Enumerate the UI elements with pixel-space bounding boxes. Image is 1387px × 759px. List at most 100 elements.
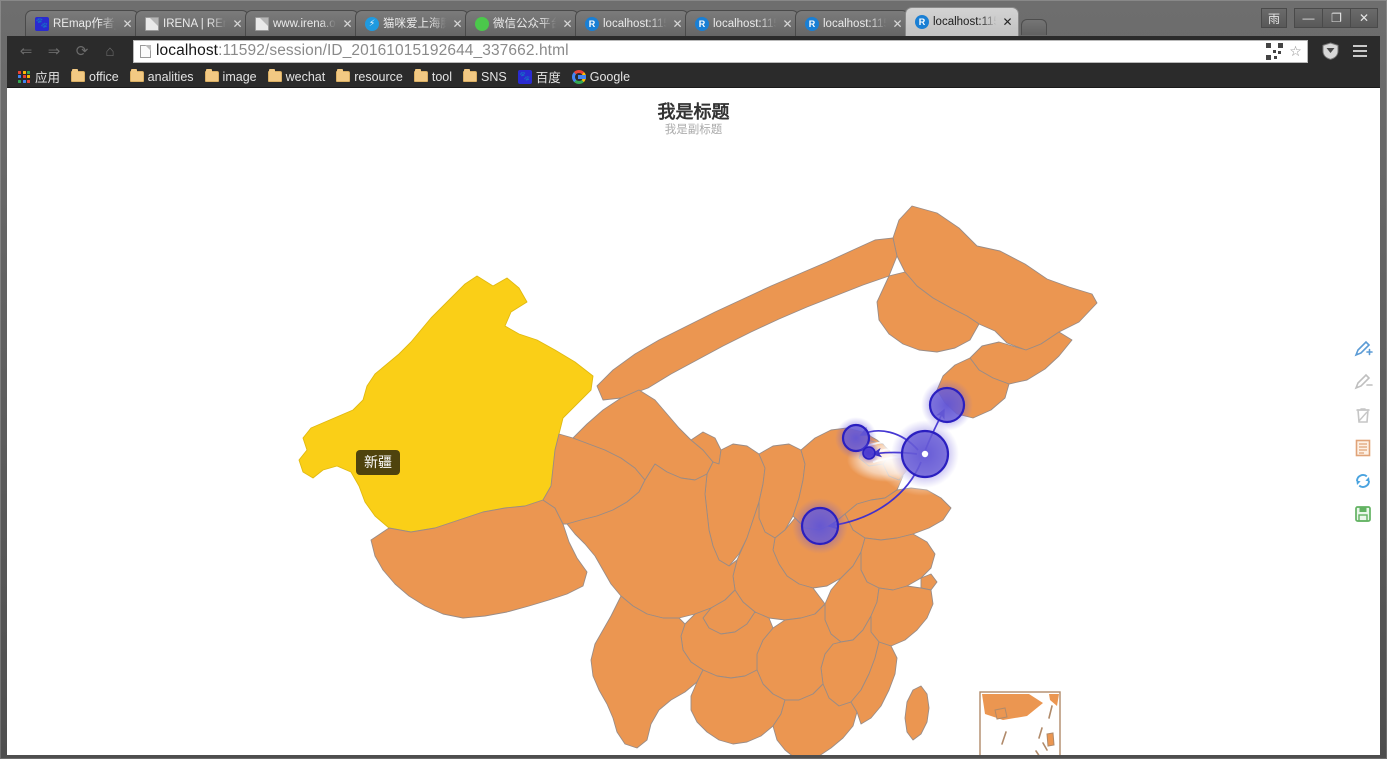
wechat-icon — [475, 16, 489, 31]
pencil-add-icon[interactable] — [1353, 338, 1374, 359]
tab-close-button[interactable]: ✕ — [231, 17, 244, 31]
close-button[interactable]: ✕ — [1350, 8, 1378, 28]
region-taiwan[interactable] — [904, 685, 930, 741]
address-bar-url: localhost:11592/session/ID_2016101519264… — [156, 42, 1266, 60]
bookmark-image[interactable]: image — [201, 68, 264, 86]
folder-icon — [71, 69, 86, 82]
marker-dest-south-west[interactable] — [800, 506, 840, 546]
apps-grid-icon — [17, 70, 31, 84]
shield-glyph — [1322, 42, 1338, 60]
folder-icon — [336, 69, 351, 82]
save-floppy-glyph — [1355, 505, 1371, 522]
region-shanghai[interactable] — [920, 573, 938, 591]
browser-tab[interactable]: ⚡ 猫咪爱上海豚 ✕ — [355, 10, 469, 36]
pencil-add-glyph — [1354, 340, 1373, 356]
south-china-sea-inset — [979, 691, 1061, 755]
bookmark-tool[interactable]: tool — [410, 68, 459, 86]
bookmark-label: 百度 — [535, 71, 561, 85]
r-blue-icon: R — [805, 16, 819, 31]
marker-origin-hub-core — [921, 450, 929, 458]
bookmark-label: 应用 — [35, 71, 61, 85]
document-glyph — [1355, 439, 1371, 456]
bookmark-label: office — [89, 69, 119, 84]
browser-window: 🐾 REmap作者_ ✕ IRENA | REm ✕ www.irena.o ✕… — [0, 0, 1387, 759]
browser-menu-button[interactable] — [1346, 39, 1374, 63]
bookmark-baidu[interactable]: 🐾 百度 — [514, 65, 568, 88]
browser-tab-active[interactable]: R localhost:115 ✕ — [905, 7, 1019, 36]
marker-dest-north-east[interactable] — [928, 386, 966, 424]
document-icon — [145, 16, 159, 31]
tab-title: www.irena.o — [273, 17, 336, 30]
bookmark-analities[interactable]: analities — [126, 68, 201, 86]
tab-close-button[interactable]: ✕ — [671, 17, 684, 31]
browser-toolbar: ⇐ ⇒ ⟳ ⌂ localhost:11592/session/ID_20161… — [7, 36, 1380, 66]
new-tab-button[interactable] — [1021, 19, 1047, 35]
browser-tab[interactable]: R localhost:115 ✕ — [795, 10, 909, 36]
refresh-icon[interactable] — [1353, 470, 1374, 491]
ime-indicator-icon[interactable]: 雨 — [1261, 8, 1287, 28]
tab-close-button[interactable]: ✕ — [891, 17, 904, 31]
r-blue-icon: R — [585, 16, 599, 31]
bookmarks-bar: 应用 office analities image wechat resourc… — [7, 66, 1380, 88]
bookmark-star-icon[interactable]: ☆ — [1286, 43, 1305, 60]
document-icon[interactable] — [1353, 437, 1374, 458]
region-yunnan[interactable] — [590, 595, 704, 749]
folder-icon — [204, 69, 219, 82]
folder-icon — [463, 69, 477, 82]
reload-button[interactable]: ⟳ — [69, 39, 95, 63]
bookmark-google[interactable]: Google — [568, 68, 637, 86]
refresh-glyph — [1356, 473, 1370, 488]
maximize-button[interactable]: ❐ — [1322, 8, 1350, 28]
browser-tab[interactable]: R localhost:115 ✕ — [575, 10, 689, 36]
region-zhejiang[interactable] — [870, 585, 934, 647]
bookmark-label: resource — [354, 69, 403, 84]
maoyan-icon: ⚡ — [365, 16, 379, 31]
address-bar[interactable]: localhost:11592/session/ID_2016101519264… — [133, 39, 1308, 63]
tab-close-button[interactable]: ✕ — [451, 17, 464, 31]
map-tooltip: 新疆 — [356, 450, 400, 475]
minimize-button[interactable]: — — [1294, 8, 1322, 28]
save-icon[interactable] — [1353, 503, 1374, 524]
marker-dest-mid-small[interactable] — [862, 446, 876, 460]
document-icon — [255, 16, 269, 31]
folder-icon — [129, 69, 144, 82]
bookmark-wechat[interactable]: wechat — [264, 68, 333, 86]
china-map-chart[interactable] — [7, 88, 1380, 755]
pencil-remove-icon — [1353, 371, 1374, 392]
r-blue-icon: R — [695, 16, 709, 31]
browser-tab[interactable]: IRENA | REm ✕ — [135, 10, 249, 36]
extension-shield-icon[interactable] — [1316, 39, 1344, 63]
page-viewport: 我是标题 我是副标题 新疆 — [7, 88, 1380, 755]
tab-title: localhost:115 — [713, 17, 777, 30]
tab-close-button[interactable]: ✕ — [121, 17, 134, 31]
tab-title: 微信公众平台 — [493, 17, 557, 30]
tab-close-button[interactable]: ✕ — [341, 17, 354, 31]
tab-close-button[interactable]: ✕ — [561, 17, 574, 31]
browser-tab[interactable]: R localhost:115 ✕ — [685, 10, 799, 36]
pencil-remove-glyph — [1354, 373, 1373, 389]
google-icon — [571, 69, 586, 84]
hamburger-glyph — [1353, 45, 1367, 57]
bookmark-label: analities — [147, 69, 194, 84]
bookmark-label: tool — [431, 69, 452, 84]
forward-button[interactable]: ⇒ — [41, 39, 67, 63]
qr-code-icon[interactable] — [1266, 42, 1283, 60]
map-regions[interactable] — [298, 205, 1098, 755]
url-host: localhost — [156, 42, 219, 59]
home-button[interactable]: ⌂ — [97, 39, 123, 63]
tab-close-button[interactable]: ✕ — [781, 17, 794, 31]
folder-icon — [413, 69, 428, 82]
window-controls: 雨 — ❐ ✕ — [1261, 8, 1378, 28]
bookmark-apps[interactable]: 应用 — [13, 65, 67, 88]
folder-icon — [267, 69, 282, 82]
back-button[interactable]: ⇐ — [13, 39, 39, 63]
browser-tab[interactable]: www.irena.o ✕ — [245, 10, 359, 36]
browser-tab[interactable]: 🐾 REmap作者_ ✕ — [25, 10, 139, 36]
browser-tab[interactable]: 微信公众平台 ✕ — [465, 10, 579, 36]
bookmark-sns[interactable]: SNS — [459, 68, 514, 86]
tab-close-button[interactable]: ✕ — [1001, 15, 1014, 29]
bookmark-label: image — [222, 69, 257, 84]
bookmark-office[interactable]: office — [67, 68, 126, 86]
bookmark-resource[interactable]: resource — [332, 68, 410, 86]
tab-strip: 🐾 REmap作者_ ✕ IRENA | REm ✕ www.irena.o ✕… — [7, 6, 1380, 36]
